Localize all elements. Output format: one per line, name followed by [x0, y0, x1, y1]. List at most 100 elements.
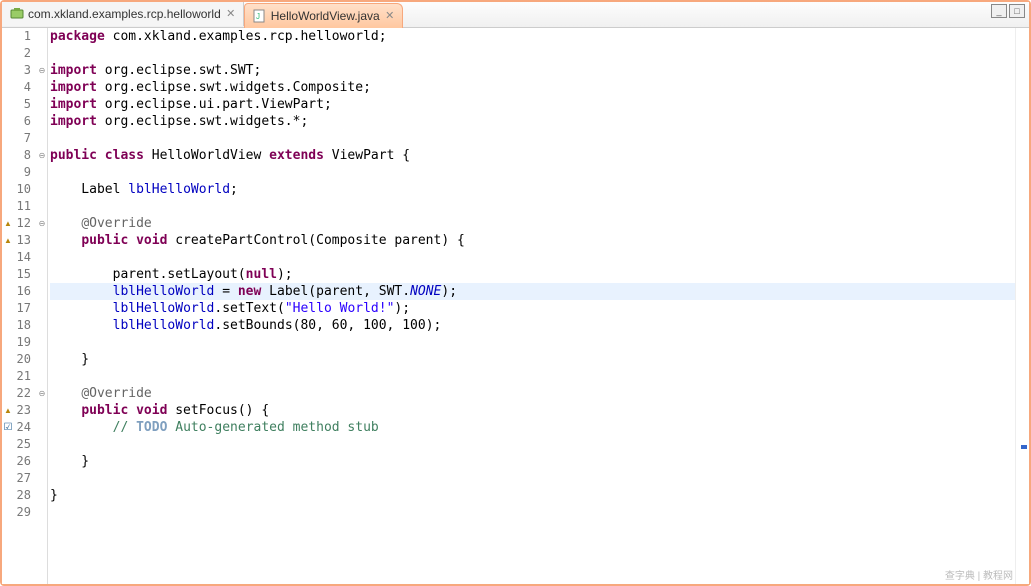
fold-toggle [37, 334, 47, 351]
gutter-marker [2, 181, 14, 198]
maximize-button[interactable]: □ [1009, 4, 1025, 18]
tab-label: com.xkland.examples.rcp.helloworld [28, 7, 221, 21]
code-line[interactable] [50, 130, 1015, 147]
fold-toggle [37, 453, 47, 470]
line-number: 14 [14, 249, 37, 266]
fold-toggle [37, 368, 47, 385]
line-number: 17 [14, 300, 37, 317]
code-line[interactable] [50, 164, 1015, 181]
tab-bar: com.xkland.examples.rcp.helloworld ✕ J Hell… [2, 2, 1029, 28]
gutter-marker [2, 45, 14, 62]
close-icon[interactable]: ✕ [225, 8, 237, 20]
gutter-marker [2, 266, 14, 283]
gutter-marker[interactable]: ▲ [2, 215, 14, 232]
code-line[interactable]: import org.eclipse.swt.widgets.Composite… [50, 79, 1015, 96]
line-number: 3 [14, 62, 37, 79]
code-line[interactable]: public void setFocus() { [50, 402, 1015, 419]
fold-toggle [37, 79, 47, 96]
java-file-icon: J [253, 9, 267, 23]
fold-toggle [37, 249, 47, 266]
code-line[interactable]: lblHelloWorld.setBounds(80, 60, 100, 100… [50, 317, 1015, 334]
fold-toggle[interactable]: ⊖ [37, 62, 47, 79]
fold-toggle [37, 402, 47, 419]
gutter-marker [2, 368, 14, 385]
code-line[interactable] [50, 470, 1015, 487]
code-line[interactable]: } [50, 453, 1015, 470]
gutter-marker[interactable]: ▲ [2, 402, 14, 419]
plugin-file-icon [10, 7, 24, 21]
fold-toggle[interactable]: ⊖ [37, 385, 47, 402]
code-line[interactable] [50, 198, 1015, 215]
code-line[interactable] [50, 504, 1015, 521]
minimize-button[interactable]: _ [991, 4, 1007, 18]
code-line[interactable] [50, 368, 1015, 385]
tab-1[interactable]: J HelloWorldView.java ✕ [244, 3, 403, 28]
tab-label: HelloWorldView.java [271, 9, 380, 23]
line-number: 24 [14, 419, 37, 436]
gutter-marker [2, 28, 14, 45]
code-line[interactable]: import org.eclipse.swt.widgets.*; [50, 113, 1015, 130]
gutter-marker [2, 436, 14, 453]
line-number: 23 [14, 402, 37, 419]
line-number: 15 [14, 266, 37, 283]
editor-container: com.xkland.examples.rcp.helloworld ✕ J Hell… [2, 2, 1029, 584]
fold-toggle [37, 419, 47, 436]
code-line[interactable]: package com.xkland.examples.rcp.hellowor… [50, 28, 1015, 45]
gutter-marker [2, 147, 14, 164]
code-line[interactable]: } [50, 351, 1015, 368]
line-number: 19 [14, 334, 37, 351]
gutter-marker[interactable]: ▲ [2, 232, 14, 249]
gutter-marker [2, 198, 14, 215]
code-line[interactable]: public void createPartControl(Composite … [50, 232, 1015, 249]
line-number: 29 [14, 504, 37, 521]
gutter-marker [2, 130, 14, 147]
fold-toggle[interactable]: ⊖ [37, 147, 47, 164]
fold-toggle[interactable]: ⊖ [37, 215, 47, 232]
fold-toggle [37, 351, 47, 368]
code-line[interactable]: @Override [50, 215, 1015, 232]
line-number: 6 [14, 113, 37, 130]
code-line[interactable] [50, 436, 1015, 453]
gutter-marker [2, 300, 14, 317]
overview-mark[interactable] [1021, 445, 1027, 449]
code-area[interactable]: package com.xkland.examples.rcp.hellowor… [48, 28, 1015, 584]
fold-toggle [37, 232, 47, 249]
gutter-marker [2, 283, 14, 300]
code-line[interactable] [50, 45, 1015, 62]
line-number: 2 [14, 45, 37, 62]
code-line[interactable] [50, 334, 1015, 351]
code-line[interactable]: lblHelloWorld = new Label(parent, SWT.NO… [50, 283, 1015, 300]
line-number: 28 [14, 487, 37, 504]
line-number: 27 [14, 470, 37, 487]
line-number: 9 [14, 164, 37, 181]
gutter-marker[interactable]: ☑ [2, 419, 14, 436]
overview-ruler[interactable] [1015, 28, 1029, 584]
line-number: 10 [14, 181, 37, 198]
fold-toggle [37, 181, 47, 198]
line-number: 22 [14, 385, 37, 402]
code-line[interactable]: import org.eclipse.swt.SWT; [50, 62, 1015, 79]
line-number: 7 [14, 130, 37, 147]
code-line[interactable]: parent.setLayout(null); [50, 266, 1015, 283]
code-line[interactable]: Label lblHelloWorld; [50, 181, 1015, 198]
code-line[interactable]: import org.eclipse.ui.part.ViewPart; [50, 96, 1015, 113]
gutter-marker [2, 96, 14, 113]
gutter-marker [2, 453, 14, 470]
close-icon[interactable]: ✕ [384, 10, 396, 22]
svg-text:J: J [256, 12, 260, 21]
line-number: 11 [14, 198, 37, 215]
code-line[interactable]: public class HelloWorldView extends View… [50, 147, 1015, 164]
code-line[interactable]: // TODO Auto-generated method stub [50, 419, 1015, 436]
fold-column: ⊖ ⊖ ⊖ ⊖ [37, 28, 47, 584]
tab-0[interactable]: com.xkland.examples.rcp.helloworld ✕ [2, 2, 244, 26]
code-line[interactable]: @Override [50, 385, 1015, 402]
fold-toggle [37, 317, 47, 334]
gutter-marker [2, 62, 14, 79]
code-line[interactable] [50, 249, 1015, 266]
gutter-marker [2, 164, 14, 181]
code-line[interactable]: lblHelloWorld.setText("Hello World!"); [50, 300, 1015, 317]
line-number: 26 [14, 453, 37, 470]
line-number: 13 [14, 232, 37, 249]
code-line[interactable]: } [50, 487, 1015, 504]
line-number: 5 [14, 96, 37, 113]
